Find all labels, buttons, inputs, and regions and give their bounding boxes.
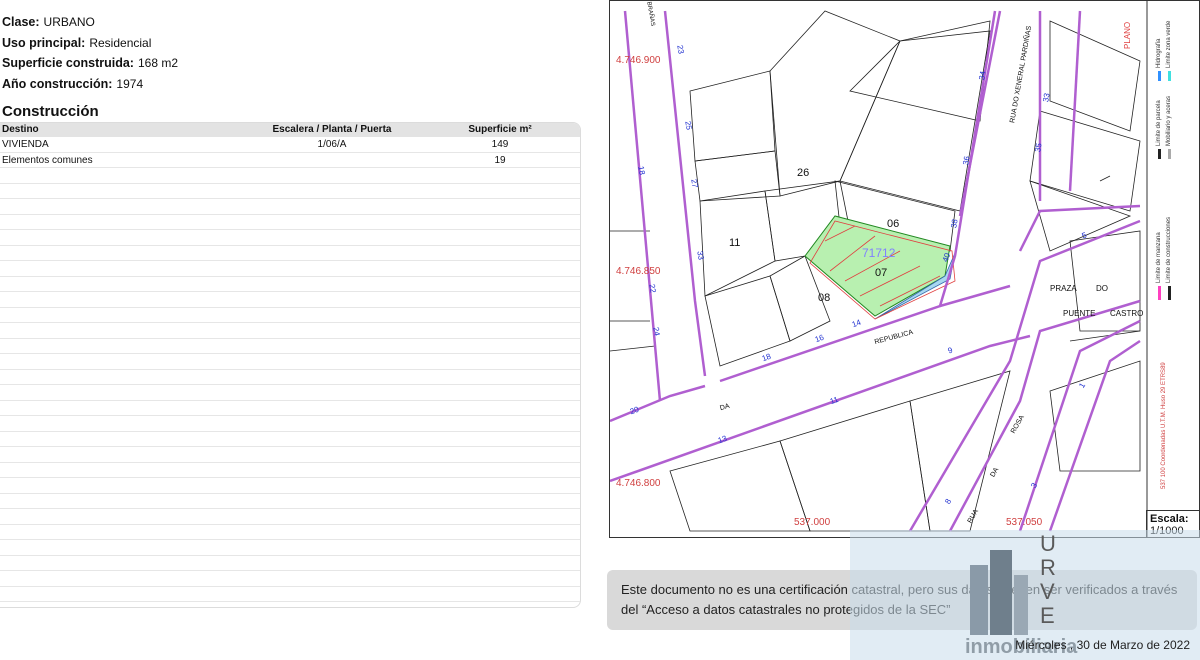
parcel-label: 08 [818, 292, 831, 304]
table-row-empty [0, 571, 580, 587]
coord-label: 4.746.800 [616, 478, 661, 489]
table-row-empty [0, 215, 580, 230]
table-row-empty [0, 261, 580, 277]
table-row-empty [0, 292, 580, 308]
table-row-empty [0, 401, 580, 416]
street-name: PRAZA [1050, 284, 1077, 293]
table-row-empty [0, 230, 580, 246]
table-row-empty [0, 416, 580, 432]
legend-item: Mobiliario y aceras [1166, 95, 1172, 146]
street-number: 22 [647, 283, 658, 294]
svg-text:PLANO: PLANO [1123, 22, 1132, 49]
street-number: 33 [1041, 92, 1052, 103]
legend-item: Limite zona verde [1166, 20, 1172, 68]
table-row-empty [0, 587, 580, 602]
table-row-empty [0, 323, 580, 339]
table-header: Destino Escalera / Planta / Puerta Super… [0, 123, 580, 137]
table-row: VIVIENDA 1/06/A 149 [0, 137, 580, 153]
street-name: PUENTE [1063, 309, 1096, 318]
street-number: 33 [695, 250, 706, 261]
table-row-empty [0, 199, 580, 215]
table-row-empty [0, 432, 580, 447]
table-row-empty [0, 385, 580, 401]
table-row-empty [0, 556, 580, 571]
legend-item: Limite de manzana [1156, 232, 1162, 283]
table-row-empty [0, 509, 580, 525]
watermark-letters: U R V E [1040, 531, 1058, 628]
construccion-title: Construcción [2, 103, 99, 120]
table-row: Elementos comunes 19 [0, 153, 580, 168]
table-row-empty [0, 354, 580, 370]
street-number: 34 [977, 70, 988, 81]
projection-label: 537 100 Coordenadas U.T.M. Huso 29 ETRS8… [1161, 362, 1167, 489]
street-number: 38 [949, 218, 960, 229]
coord-label: 4.746.850 [616, 266, 661, 277]
parcel-label: 71712 [862, 246, 896, 260]
construccion-table: Destino Escalera / Planta / Puerta Super… [0, 122, 581, 608]
coord-label: 537.050 [1006, 517, 1043, 528]
table-row-empty [0, 370, 580, 385]
street-number: 25 [683, 120, 694, 131]
prop-ano: Año construcción: 1974 [2, 76, 144, 91]
parcel-label: 06 [887, 218, 900, 230]
legend-item: Limite de parcela [1156, 100, 1162, 146]
parcel-label: 07 [875, 267, 888, 279]
map-svg: PLANO [610, 1, 1171, 537]
scale-label: Escala: [1150, 513, 1189, 525]
legend-item: Limite de construcciones [1166, 216, 1172, 283]
document-date: Miércoles , 30 de Marzo de 2022 [1015, 638, 1190, 652]
col-escalera: Escalera / Planta / Puerta [272, 124, 392, 135]
table-row-empty [0, 277, 580, 292]
col-destino: Destino [2, 124, 39, 135]
table-row-empty [0, 478, 580, 494]
building-logo-icon [970, 550, 1028, 635]
prop-superficie: Superficie construida: 168 m2 [2, 56, 179, 70]
table-row-empty [0, 447, 580, 463]
table-row-empty [0, 339, 580, 354]
street-name: DO [1096, 284, 1108, 293]
parcel-label: 11 [729, 237, 741, 249]
parcel-label: 26 [797, 167, 810, 179]
coord-label: 537.000 [794, 517, 831, 528]
street-number: 27 [689, 178, 700, 189]
street-number: 18 [636, 165, 647, 176]
table-row-empty [0, 184, 580, 199]
street-name: CASTRO [1110, 309, 1144, 318]
table-row-empty [0, 494, 580, 509]
street-number: 23 [675, 44, 686, 55]
col-superficie: Superficie m² [468, 124, 532, 135]
prop-clase: Clase: URBANO [2, 15, 95, 29]
legend-item: Hidrografia [1156, 38, 1162, 68]
cadastral-map: PLANO 4.746.900 4.746.850 4.746.800 537.… [609, 0, 1200, 538]
coord-label: 4.746.900 [616, 55, 661, 66]
street-number: 35 [1033, 142, 1044, 153]
table-row-empty [0, 308, 580, 323]
table-row-empty [0, 525, 580, 540]
table-row-empty [0, 540, 580, 556]
table-row-empty [0, 168, 580, 184]
table-row-empty [0, 246, 580, 261]
property-summary: Clase: URBANO Uso principal: Residencial S… [2, 12, 178, 94]
empty-rows [0, 168, 580, 602]
prop-uso: Uso principal: Residencial [2, 35, 152, 50]
table-row-empty [0, 463, 580, 478]
street-number: 24 [651, 326, 662, 337]
street-number: 36 [961, 155, 972, 166]
